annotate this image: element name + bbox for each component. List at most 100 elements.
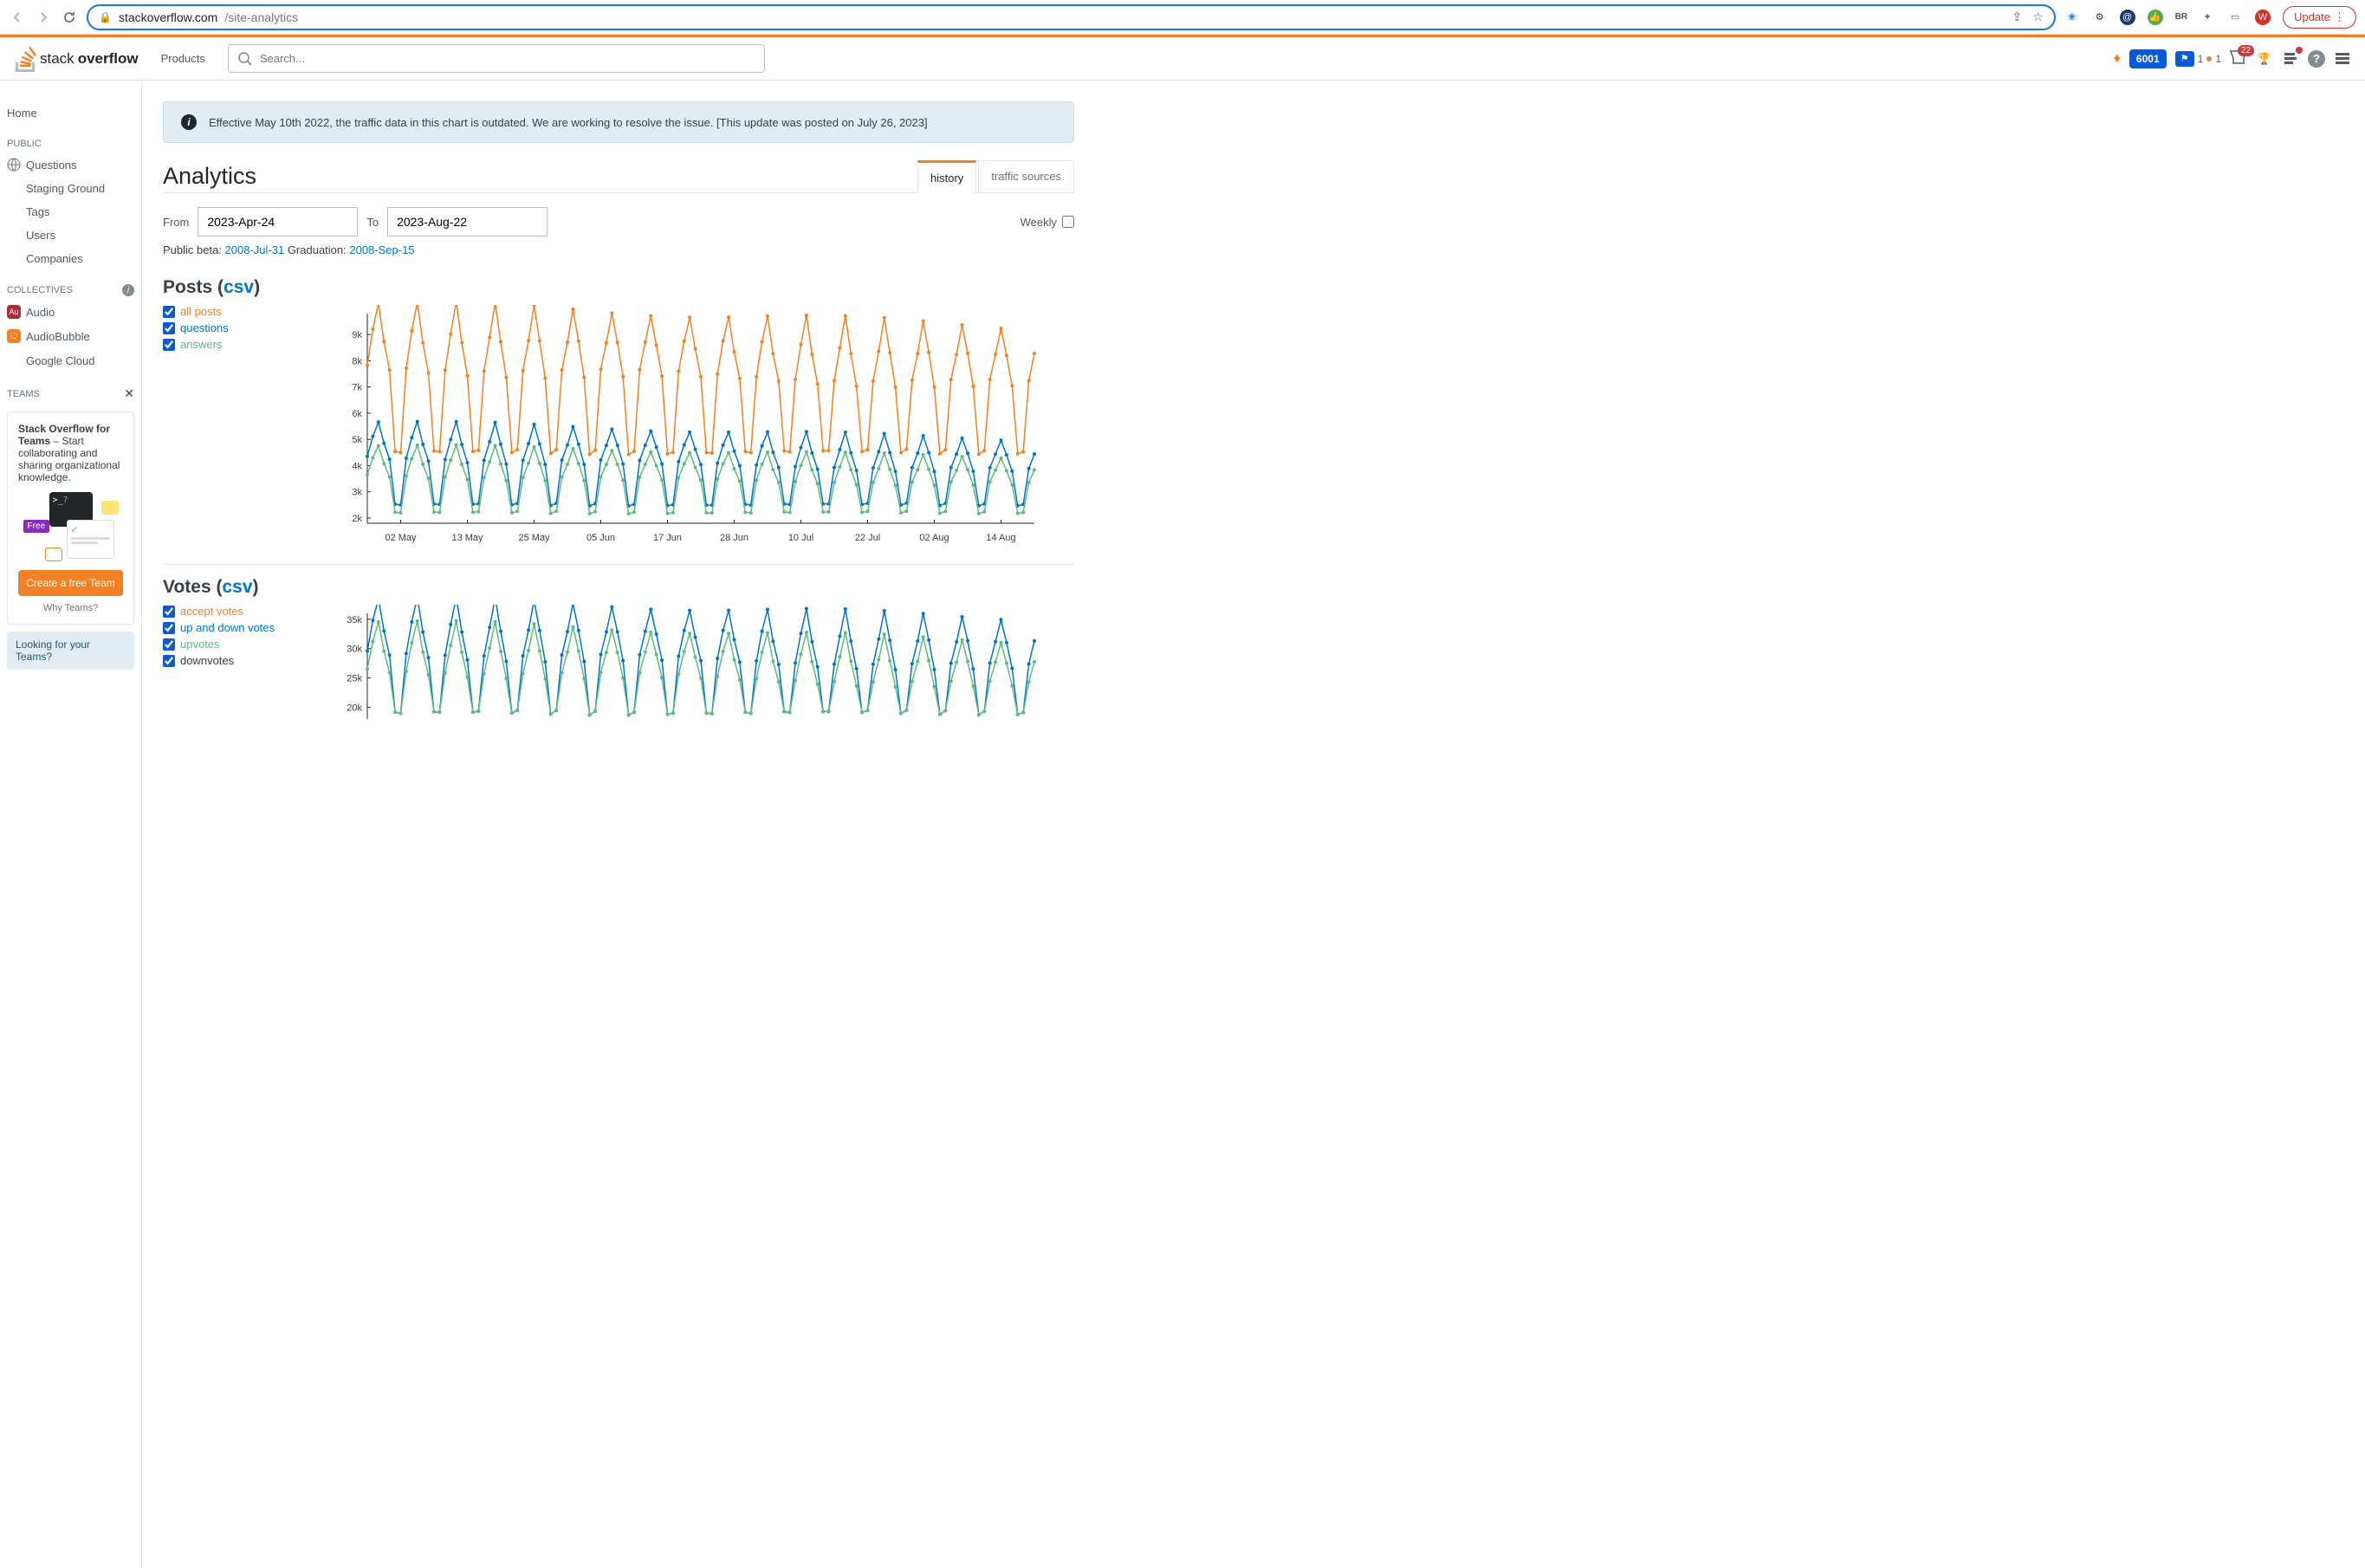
avatar-icon[interactable]: W xyxy=(2255,10,2271,25)
profile-initials[interactable]: BR xyxy=(2175,12,2187,22)
sites-icon[interactable] xyxy=(2334,50,2351,68)
legend-item[interactable]: questions xyxy=(163,321,284,334)
beta-line: Public beta: 2008-Jul-31 Graduation: 200… xyxy=(163,243,1074,256)
teams-illustration: >_? Free ✓ xyxy=(23,492,119,561)
legend-item[interactable]: downvotes xyxy=(163,654,284,667)
weekly-toggle[interactable]: Weekly xyxy=(1021,216,1074,229)
svg-text:35k: 35k xyxy=(347,615,362,625)
update-button[interactable]: Update ⋮ xyxy=(2283,6,2356,29)
svg-text:17 Jun: 17 Jun xyxy=(653,533,682,543)
flag-group[interactable]: ⚑ 1 1 xyxy=(2175,51,2221,67)
products-link[interactable]: Products xyxy=(152,47,214,70)
svg-text:20k: 20k xyxy=(347,703,362,713)
svg-text:02 May: 02 May xyxy=(385,533,417,543)
legend-checkbox[interactable] xyxy=(163,322,175,334)
sidebar-questions[interactable]: Questions xyxy=(0,152,141,177)
votes-chart: 20k25k30k35k xyxy=(301,605,1074,743)
legend-item[interactable]: accept votes xyxy=(163,605,284,618)
reload-button[interactable] xyxy=(61,9,78,26)
legend-checkbox[interactable] xyxy=(163,606,175,618)
why-teams-link[interactable]: Why Teams? xyxy=(18,603,123,613)
search-box[interactable] xyxy=(228,44,765,73)
site-logo[interactable]: stackoverflow xyxy=(14,46,139,72)
posts-legend: all posts questions answers xyxy=(163,305,284,351)
sidebar-users[interactable]: Users xyxy=(0,224,141,247)
ext-icon-4[interactable]: 👍 xyxy=(2148,10,2163,25)
posts-csv-link[interactable]: csv xyxy=(224,277,254,297)
legend-item[interactable]: answers xyxy=(163,338,284,351)
public-beta-link[interactable]: 2008-Jul-31 xyxy=(225,243,285,256)
weekly-checkbox[interactable] xyxy=(1062,216,1074,228)
svg-text:22 Jul: 22 Jul xyxy=(855,533,880,543)
legend-checkbox[interactable] xyxy=(163,622,175,634)
to-date-input[interactable] xyxy=(387,207,548,236)
extensions-icon[interactable]: ✦ xyxy=(2200,10,2215,25)
votes-csv-link[interactable]: csv xyxy=(222,577,252,597)
legend-checkbox[interactable] xyxy=(163,306,175,318)
reputation-badge[interactable]: 6001 xyxy=(2129,49,2167,68)
sidebar-tags[interactable]: Tags xyxy=(0,200,141,224)
svg-text:2k: 2k xyxy=(352,514,362,524)
url-host: stackoverflow.com xyxy=(119,10,217,24)
svg-text:25k: 25k xyxy=(347,674,362,684)
svg-text:25 May: 25 May xyxy=(518,533,550,543)
panel-icon[interactable]: ▭ xyxy=(2227,10,2243,25)
svg-text:6k: 6k xyxy=(352,409,362,419)
review-icon[interactable] xyxy=(2282,50,2299,68)
globe-icon xyxy=(7,158,21,172)
tab-history[interactable]: history xyxy=(917,160,976,193)
url-bar[interactable]: 🔒 stackoverflow.com/site-analytics ⇪ ☆ xyxy=(87,4,2056,30)
legend-item[interactable]: upvotes xyxy=(163,638,284,651)
svg-text:14 Aug: 14 Aug xyxy=(986,533,1015,543)
posts-chart: 2k3k4k5k6k7k8k9k02 May13 May25 May05 Jun… xyxy=(301,305,1074,548)
svg-text:10 Jul: 10 Jul xyxy=(788,533,813,543)
sidebar-teams-header: TEAMS ✕ xyxy=(0,373,141,405)
flag-icon: ⚑ xyxy=(2175,51,2194,67)
sidebar: Home PUBLIC Questions Staging Ground Tag… xyxy=(0,81,142,1568)
trophy-icon[interactable]: 🏆 xyxy=(2256,50,2273,68)
mod-diamond-icon[interactable]: ♦ xyxy=(2114,51,2121,67)
sidebar-collective-item[interactable]: ☁Google Cloud xyxy=(0,348,141,373)
sidebar-collectives-header: COLLECTIVES i xyxy=(0,270,141,300)
sidebar-collective-item[interactable]: AuAudio xyxy=(0,300,141,324)
ext-icon-3[interactable]: @ xyxy=(2120,10,2135,25)
legend-checkbox[interactable] xyxy=(163,339,175,351)
forward-button[interactable] xyxy=(35,9,52,26)
search-icon xyxy=(237,51,253,67)
help-icon[interactable]: ? xyxy=(2308,50,2325,68)
share-icon[interactable]: ⇪ xyxy=(2012,10,2022,24)
topbar: stackoverflow Products ♦ 6001 ⚑ 1 1 22 🏆… xyxy=(0,37,2365,81)
svg-text:9k: 9k xyxy=(352,330,362,340)
sidebar-collective-item[interactable]: 🗨AudioBubble xyxy=(0,324,141,348)
collective-icon: ☁ xyxy=(7,353,21,367)
looking-teams-link[interactable]: Looking for your Teams? xyxy=(7,632,134,670)
svg-text:5k: 5k xyxy=(352,435,362,445)
separator xyxy=(163,564,1074,565)
info-icon[interactable]: i xyxy=(122,284,134,296)
inbox-icon[interactable]: 22 xyxy=(2230,50,2247,67)
search-input[interactable] xyxy=(260,52,755,65)
star-icon[interactable]: ☆ xyxy=(2032,10,2044,24)
legend-item[interactable]: up and down votes xyxy=(163,621,284,634)
sidebar-companies[interactable]: Companies xyxy=(0,247,141,270)
browser-chrome: 🔒 stackoverflow.com/site-analytics ⇪ ☆ ❀… xyxy=(0,0,2365,35)
create-team-button[interactable]: Create a free Team xyxy=(18,570,123,596)
page-title: Analytics xyxy=(163,163,256,190)
sidebar-home[interactable]: Home xyxy=(0,101,141,125)
ext-icon-1[interactable]: ❀ xyxy=(2064,10,2080,25)
ext-icon-2[interactable]: ⚙ xyxy=(2092,10,2108,25)
legend-checkbox[interactable] xyxy=(163,638,175,651)
legend-item[interactable]: all posts xyxy=(163,305,284,318)
back-button[interactable] xyxy=(9,9,26,26)
sidebar-staging[interactable]: Staging Ground xyxy=(0,177,141,200)
lock-icon: 🔒 xyxy=(99,11,112,23)
votes-title: Votes (csv) xyxy=(163,577,1074,598)
graduation-link[interactable]: 2008-Sep-15 xyxy=(349,243,414,256)
notice-banner: i Effective May 10th 2022, the traffic d… xyxy=(163,101,1074,143)
votes-legend: accept votes up and down votes upvotes down… xyxy=(163,605,284,667)
legend-checkbox[interactable] xyxy=(163,655,175,667)
tab-traffic-sources[interactable]: traffic sources xyxy=(978,160,1074,192)
close-icon[interactable]: ✕ xyxy=(124,386,134,401)
svg-text:8k: 8k xyxy=(352,356,362,366)
from-date-input[interactable] xyxy=(198,207,358,236)
